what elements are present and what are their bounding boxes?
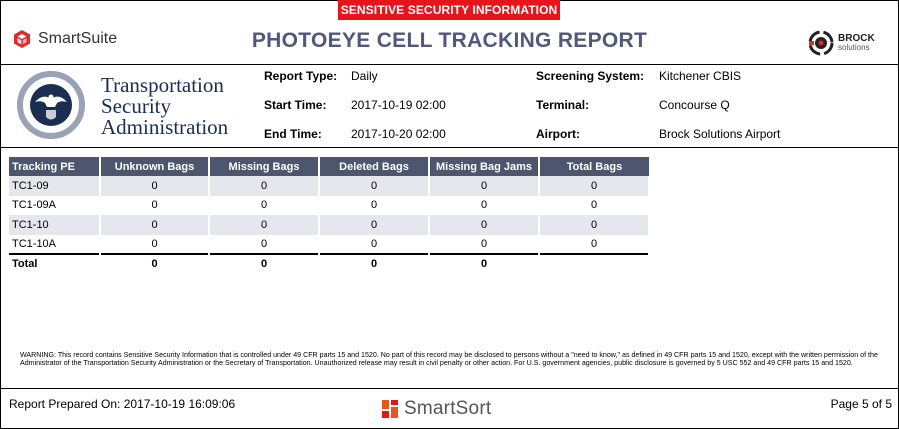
brock-solutions-logo: BROCK solutions	[808, 30, 875, 56]
cell-total-bags: 0	[539, 195, 650, 215]
sensitive-info-banner: SENSITIVE SECURITY INFORMATION	[338, 0, 560, 20]
start-time-label: Start Time:	[264, 98, 327, 112]
info-divider	[1, 147, 898, 148]
photoeye-table: Tracking PE Unknown Bags Missing Bags De…	[9, 157, 650, 272]
col-header-missing-bags: Missing Bags	[209, 157, 320, 176]
cell-total-bags: 0	[539, 234, 650, 254]
cell-tracking-pe: TC1-09A	[9, 195, 101, 215]
tsa-line-1: Transportation	[101, 73, 224, 97]
smartsort-logo-text: SmartSort	[404, 398, 492, 419]
table-row: TC1-09 0 0 0 0 0	[9, 176, 650, 196]
end-time-value: 2017-10-20 02:00	[351, 127, 446, 141]
smartsort-logo-icon	[382, 400, 398, 418]
report-type-value: Daily	[351, 69, 378, 83]
cell-missing-bag-jams: 0	[429, 234, 540, 254]
tsa-logo: Transportation Security Administration	[17, 69, 228, 141]
end-time-label: End Time:	[264, 127, 322, 141]
ssi-warning-text: WARNING: This record contains Sensitive …	[20, 351, 878, 368]
cell-unknown-bags: 0	[100, 176, 210, 196]
brock-logo-icon	[808, 30, 834, 56]
report-header: SmartSuite PHOTOEYE CELL TRACKING REPORT…	[1, 20, 898, 64]
cell-missing-bag-jams: 0	[429, 215, 540, 235]
cell-deleted-bags: 0	[319, 176, 430, 196]
cell-deleted-bags: 0	[319, 215, 430, 235]
total-missing-bags: 0	[209, 253, 320, 272]
col-header-deleted-bags: Deleted Bags	[319, 157, 430, 176]
screening-system-label: Screening System:	[536, 69, 645, 83]
tsa-wordmark: Transportation Security Administration	[101, 75, 228, 138]
brock-logo-sub: solutions	[838, 43, 870, 52]
smartsort-logo: SmartSort	[381, 398, 491, 420]
screening-system-value: Kitchener CBIS	[659, 69, 742, 83]
page-number: Page 5 of 5	[830, 397, 892, 411]
total-missing-bag-jams: 0	[429, 253, 540, 272]
start-time-value: 2017-10-19 02:00	[351, 98, 446, 112]
cell-missing-bags: 0	[209, 215, 320, 235]
cell-missing-bags: 0	[209, 195, 320, 215]
cell-missing-bags: 0	[209, 176, 320, 196]
cell-missing-bag-jams: 0	[429, 176, 540, 196]
cell-unknown-bags: 0	[100, 215, 210, 235]
cell-missing-bags: 0	[209, 234, 320, 254]
report-type-label: Report Type:	[264, 69, 338, 83]
cell-unknown-bags: 0	[100, 234, 210, 254]
col-header-unknown-bags: Unknown Bags	[100, 157, 210, 176]
total-unknown-bags: 0	[100, 253, 210, 272]
table-header-row: Tracking PE Unknown Bags Missing Bags De…	[9, 157, 649, 176]
cell-tracking-pe: TC1-10	[9, 215, 101, 235]
airport-value: Brock Solutions Airport	[659, 127, 781, 141]
header-divider	[1, 64, 898, 65]
tsa-line-3: Administration	[101, 115, 229, 139]
cell-unknown-bags: 0	[100, 195, 210, 215]
cell-tracking-pe: TC1-10A	[9, 234, 101, 254]
tsa-line-2: Security	[101, 94, 171, 118]
col-header-total-bags: Total Bags	[539, 157, 649, 176]
col-header-missing-bag-jams: Missing Bag Jams	[429, 157, 540, 176]
terminal-label: Terminal:	[536, 98, 590, 112]
footer-divider	[1, 388, 898, 389]
col-header-tracking-pe: Tracking PE	[9, 157, 101, 176]
table-row: TC1-10A 0 0 0 0 0	[9, 234, 650, 254]
total-deleted-bags: 0	[319, 253, 430, 272]
table-row: TC1-09A 0 0 0 0 0	[9, 195, 650, 215]
table-row: TC1-10 0 0 0 0 0	[9, 215, 650, 235]
total-label: Total	[9, 253, 101, 272]
cell-total-bags: 0	[539, 176, 650, 196]
terminal-value: Concourse Q	[659, 98, 730, 112]
cell-total-bags: 0	[539, 215, 650, 235]
brock-logo-name: BROCK	[838, 33, 875, 44]
airport-label: Airport:	[536, 127, 580, 141]
cell-deleted-bags: 0	[319, 195, 430, 215]
table-total-row: Total 0 0 0 0	[9, 253, 650, 272]
total-total-bags	[539, 253, 650, 272]
dhs-seal-icon	[17, 71, 85, 139]
cell-tracking-pe: TC1-09	[9, 176, 101, 196]
cell-missing-bag-jams: 0	[429, 195, 540, 215]
report-prepared-on: Report Prepared On: 2017-10-19 16:09:06	[9, 397, 236, 411]
report-title: PHOTOEYE CELL TRACKING REPORT	[251, 29, 648, 52]
cell-deleted-bags: 0	[319, 234, 430, 254]
